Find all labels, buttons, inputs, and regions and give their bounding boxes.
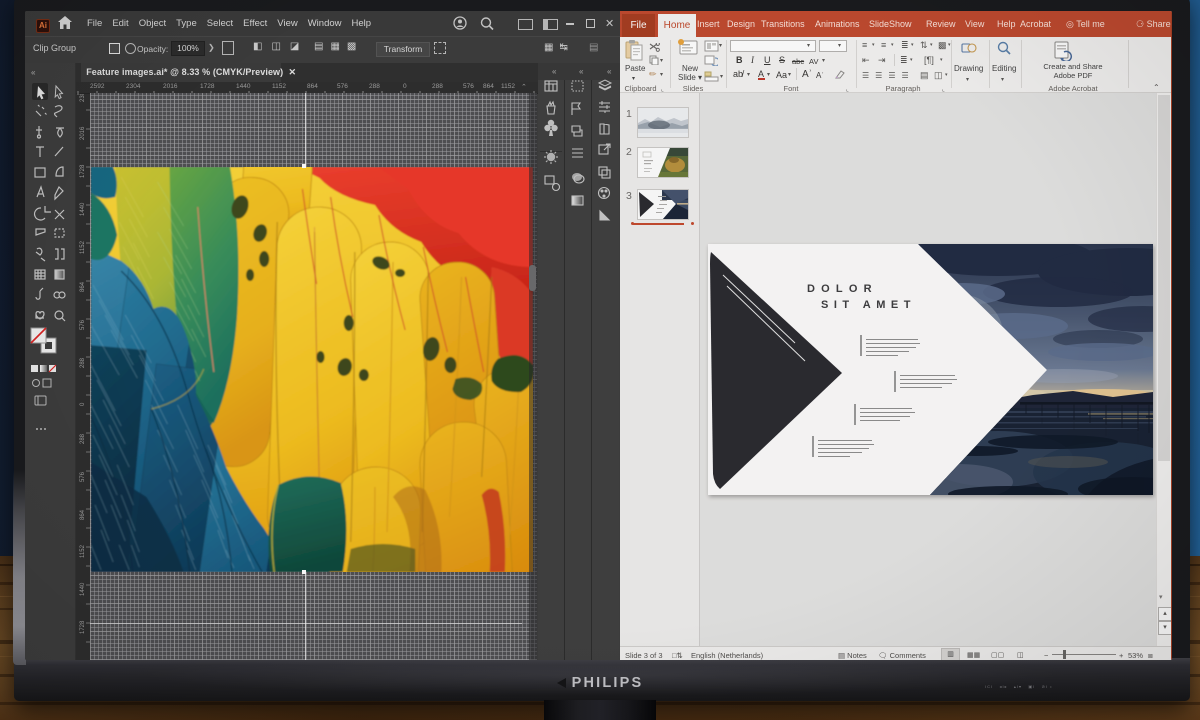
svg-text:1728: 1728 bbox=[80, 164, 86, 178]
svg-text:1152: 1152 bbox=[80, 544, 86, 558]
svg-text:«: « bbox=[31, 68, 36, 77]
svg-text:«: « bbox=[607, 67, 612, 76]
svg-text:288: 288 bbox=[80, 357, 86, 368]
svg-text:576: 576 bbox=[80, 471, 86, 482]
svg-text:«: « bbox=[552, 67, 557, 76]
svg-text:864: 864 bbox=[80, 281, 86, 292]
svg-text:1440: 1440 bbox=[80, 202, 86, 216]
svg-text:2016: 2016 bbox=[80, 126, 86, 140]
svg-text:«: « bbox=[579, 67, 584, 76]
svg-text:1152: 1152 bbox=[80, 240, 86, 254]
svg-text:864: 864 bbox=[80, 509, 86, 520]
svg-text:1728: 1728 bbox=[80, 620, 86, 634]
svg-text:576: 576 bbox=[80, 319, 86, 330]
svg-text:288: 288 bbox=[80, 433, 86, 444]
svg-text:1440: 1440 bbox=[80, 582, 86, 596]
svg-text:0: 0 bbox=[80, 402, 86, 406]
